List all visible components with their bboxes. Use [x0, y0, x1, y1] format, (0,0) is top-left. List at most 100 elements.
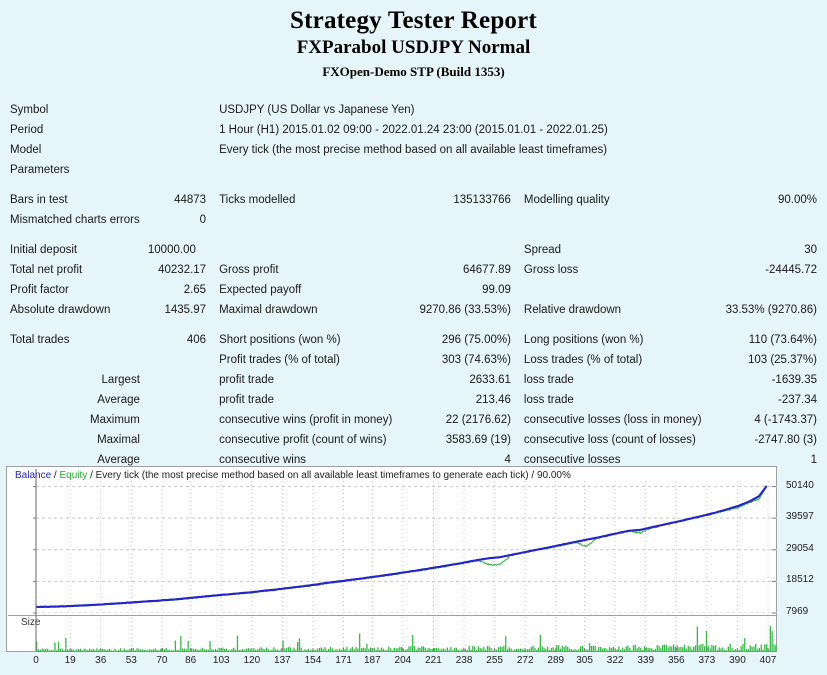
- max-consecutive-losses-value: 4 (-1743.37): [715, 410, 827, 430]
- x-tick-label-11: 187: [364, 654, 381, 668]
- x-tick-label-16: 272: [517, 654, 534, 668]
- report-page: Strategy Tester Report FXParabol USDJPY …: [0, 0, 827, 675]
- gross-loss-value: -24445.72: [715, 260, 827, 280]
- model-label: Model: [0, 140, 140, 160]
- legend-balance-label: Balance: [15, 470, 51, 481]
- table-row-bars-in-test: Bars in test 44873 Ticks modelled 135133…: [0, 190, 827, 210]
- y-axis-labels: 501403959729054185127969: [782, 466, 827, 652]
- x-tick-label-24: 407: [760, 654, 777, 668]
- average-profit-trade-value: 213.46: [417, 390, 511, 410]
- x-tick-label-12: 204: [395, 654, 412, 668]
- maximum-label: Maximum: [0, 410, 140, 430]
- table-row-total-trades: Total trades 406 Short positions (won %)…: [0, 330, 827, 350]
- total-trades-label: Total trades: [0, 330, 140, 350]
- relative-drawdown-label: Relative drawdown: [511, 300, 715, 320]
- loss-trades-label: Loss trades (% of total): [511, 350, 715, 370]
- strategy-subtitle: FXParabol USDJPY Normal: [0, 36, 827, 60]
- total-trades-value: 406: [140, 330, 206, 350]
- symbol-label: Symbol: [0, 100, 140, 120]
- largest-loss-trade-value: -1639.35: [715, 370, 827, 390]
- absolute-drawdown-value: 1435.97: [140, 300, 206, 320]
- table-row-total-net-profit: Total net profit 40232.17 Gross profit 6…: [0, 260, 827, 280]
- model-value: Every tick (the most precise method base…: [206, 140, 827, 160]
- short-positions-value: 296 (75.00%): [417, 330, 511, 350]
- table-row-mismatched-errors: Mismatched charts errors 0: [0, 210, 827, 230]
- average-loss-trade-label: loss trade: [511, 390, 715, 410]
- page-title: Strategy Tester Report: [0, 6, 827, 35]
- long-positions-value: 110 (73.64%): [715, 330, 827, 350]
- x-tick-label-17: 289: [547, 654, 564, 668]
- y-tick-label-3: 18512: [786, 575, 814, 585]
- period-label: Period: [0, 120, 140, 140]
- maximal-drawdown-value: 9270.86 (33.53%): [417, 300, 511, 320]
- spread-label: Spread: [511, 240, 715, 260]
- spacer: [0, 180, 827, 190]
- gross-loss-label: Gross loss: [511, 260, 715, 280]
- x-tick-label-4: 70: [156, 654, 167, 668]
- modelling-quality-value: 90.00%: [715, 190, 827, 210]
- chart-frame: Balance / Equity / Every tick (the most …: [6, 466, 777, 652]
- size-subplot-label: Size: [21, 617, 40, 628]
- x-tick-label-0: 0: [33, 654, 39, 668]
- largest-profit-trade-label: profit trade: [206, 370, 417, 390]
- table-row-average: Average profit trade 213.46 loss trade -…: [0, 390, 827, 410]
- expected-payoff-value: 99.09: [417, 280, 511, 300]
- table-row-initial-deposit: Initial deposit 10000.00 Spread 30: [0, 240, 827, 260]
- x-tick-label-10: 171: [335, 654, 352, 668]
- x-tick-label-14: 238: [456, 654, 473, 668]
- x-tick-label-19: 322: [607, 654, 624, 668]
- y-tick-label-0: 50140: [786, 481, 814, 491]
- x-axis-labels: 0193653708610312013715417118720422123825…: [6, 654, 786, 670]
- x-tick-label-22: 373: [699, 654, 716, 668]
- expected-payoff-label: Expected payoff: [206, 280, 417, 300]
- parameters-value: [206, 160, 827, 180]
- symbol-value: USDJPY (US Dollar vs Japanese Yen): [206, 100, 827, 120]
- average-loss-trade-value: -237.34: [715, 390, 827, 410]
- table-row-profit-factor: Profit factor 2.65 Expected payoff 99.09: [0, 280, 827, 300]
- period-value: 1 Hour (H1) 2015.01.02 09:00 - 2022.01.2…: [206, 120, 827, 140]
- x-tick-label-1: 19: [65, 654, 76, 668]
- equity-chart: Balance / Equity / Every tick (the most …: [6, 466, 821, 671]
- legend-equity-label: Equity: [59, 470, 87, 481]
- gross-profit-label: Gross profit: [206, 260, 417, 280]
- legend-separator-3: /: [531, 470, 534, 481]
- report-header: Strategy Tester Report FXParabol USDJPY …: [0, 0, 827, 81]
- relative-drawdown-value: 33.53% (9270.86): [715, 300, 827, 320]
- largest-profit-trade-value: 2633.61: [417, 370, 511, 390]
- statistics-table: Symbol USDJPY (US Dollar vs Japanese Yen…: [0, 100, 827, 470]
- table-row-symbol: Symbol USDJPY (US Dollar vs Japanese Yen…: [0, 100, 827, 120]
- ticks-modelled-value: 135133766: [417, 190, 511, 210]
- x-tick-label-20: 339: [637, 654, 654, 668]
- x-tick-label-18: 305: [576, 654, 593, 668]
- y-tick-label-1: 39597: [786, 512, 814, 522]
- x-tick-label-15: 255: [486, 654, 503, 668]
- x-tick-label-7: 120: [243, 654, 260, 668]
- total-net-profit-value: 40232.17: [140, 260, 206, 280]
- bars-in-test-label: Bars in test: [0, 190, 140, 210]
- max-consecutive-wins-label: consecutive wins (profit in money): [206, 410, 417, 430]
- x-tick-label-3: 53: [126, 654, 137, 668]
- chart-axis-ticks: [7, 467, 778, 653]
- y-tick-label-4: 7969: [786, 607, 808, 617]
- mismatched-errors-label: Mismatched charts errors: [0, 210, 140, 230]
- loss-trades-value: 103 (25.37%): [715, 350, 827, 370]
- spacer: [0, 230, 827, 240]
- max-consecutive-wins-value: 22 (2176.62): [417, 410, 511, 430]
- table-row-maximum: Maximum consecutive wins (profit in mone…: [0, 410, 827, 430]
- maximal-label: Maximal: [0, 430, 140, 450]
- initial-deposit-value: 10000.00: [140, 240, 206, 260]
- table-row-period: Period 1 Hour (H1) 2015.01.02 09:00 - 20…: [0, 120, 827, 140]
- x-tick-label-9: 154: [305, 654, 322, 668]
- x-tick-label-8: 137: [274, 654, 291, 668]
- short-positions-label: Short positions (won %): [206, 330, 417, 350]
- x-tick-label-6: 103: [213, 654, 230, 668]
- maximal-consecutive-loss-label: consecutive loss (count of losses): [511, 430, 715, 450]
- profit-trades-label: Profit trades (% of total): [206, 350, 417, 370]
- bars-in-test-value: 44873: [140, 190, 206, 210]
- maximal-consecutive-profit-value: 3583.69 (19): [417, 430, 511, 450]
- table-row-absolute-drawdown: Absolute drawdown 1435.97 Maximal drawdo…: [0, 300, 827, 320]
- x-tick-label-5: 86: [185, 654, 196, 668]
- spacer: [0, 320, 827, 330]
- ticks-modelled-label: Ticks modelled: [206, 190, 417, 210]
- maximal-drawdown-label: Maximal drawdown: [206, 300, 417, 320]
